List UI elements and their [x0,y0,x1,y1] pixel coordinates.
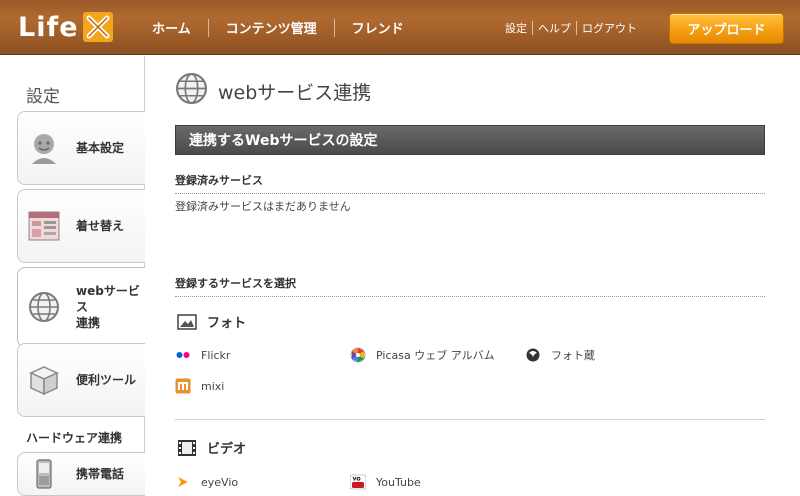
service-youtube[interactable]: YouTube [350,474,421,490]
category-photo: フォト [177,312,246,331]
sidebar-item-skin[interactable]: 着せ替え [17,189,145,263]
nav-contents[interactable]: コンテンツ管理 [216,18,327,37]
flickr-icon [175,347,191,363]
sidebar-item-label: 便利ツール [76,373,137,387]
utility-nav: 設定 ヘルプ ログアウト [500,0,642,55]
sidebar-item-label: 携帯電話 [76,467,125,481]
section-header: 連携するWebサービスの設定 [175,125,765,155]
registered-services-empty-note: 登録済みサービスはまだありません [175,200,351,213]
nav-divider [333,18,335,37]
logo[interactable]: Life [18,11,113,43]
globe-icon [175,72,208,105]
photo-icon [177,313,197,331]
service-eyevio[interactable]: eyeVio [175,474,238,490]
service-label: eyeVio [201,475,239,489]
service-picasa[interactable]: Picasa ウェブ アルバム [350,347,495,363]
nav-divider [207,18,209,37]
service-label: Picasa ウェブ アルバム [376,349,495,362]
mixi-icon [175,378,191,394]
logo-x-icon [82,12,113,42]
nav-home[interactable]: ホーム [142,18,201,37]
category-video: ビデオ [177,438,246,457]
service-label: Flickr [201,348,231,362]
category-divider [175,419,765,420]
eyevio-icon [175,474,191,490]
sidebar-item-label: webサービス 連携 [76,284,140,330]
sidebar-item-web-services[interactable]: webサービス 連携 [17,267,145,347]
picasa-icon [350,347,366,363]
registered-services-heading: 登録済みサービス [175,172,765,194]
service-label: YouTube [376,475,421,489]
settings-sidebar: 設定 基本設定 着せ替え webサービス 連携 便利ツール ハードウェア連携 携… [0,56,145,496]
sidebar-item-tools[interactable]: 便利ツール [17,343,145,417]
user-icon [27,131,61,165]
sidebar-title: 設定 [26,87,60,107]
logo-text: Life [18,11,79,43]
sidebar-item-label: 基本設定 [76,141,125,155]
category-label: ビデオ [207,442,247,457]
select-services-heading: 登録するサービスを選択 [175,275,765,297]
util-settings[interactable]: 設定 [500,20,532,36]
upload-button[interactable]: アップロード [669,13,784,44]
service-mixi[interactable]: mixi [175,378,224,394]
skin-icon [27,209,61,243]
sidebar-item-mobile-phone[interactable]: 携帯電話 [17,452,145,496]
service-fotozou[interactable]: フォト蔵 [525,347,595,363]
service-flickr[interactable]: Flickr [175,347,230,363]
service-label: フォト蔵 [551,349,595,362]
nav-friends[interactable]: フレンド [342,18,414,37]
fotozou-icon [525,347,541,363]
category-label: フォト [207,316,247,331]
sidebar-item-label: 着せ替え [76,219,125,233]
globe-icon [27,290,61,324]
film-icon [177,439,197,457]
sidebar-item-basic-settings[interactable]: 基本設定 [17,111,145,185]
phone-icon [27,457,61,491]
box-icon [27,363,61,397]
main-nav: ホーム コンテンツ管理 フレンド [142,0,414,55]
util-logout[interactable]: ログアウト [577,20,642,36]
youtube-icon [350,474,366,490]
hardware-section-title: ハードウェア連携 [26,431,123,445]
top-header: Life ホーム コンテンツ管理 フレンド 設定 ヘルプ ログアウト アップロー… [0,0,800,55]
util-help[interactable]: ヘルプ [533,20,576,36]
service-label: mixi [201,379,225,393]
page-title: webサービス連携 [218,82,372,104]
